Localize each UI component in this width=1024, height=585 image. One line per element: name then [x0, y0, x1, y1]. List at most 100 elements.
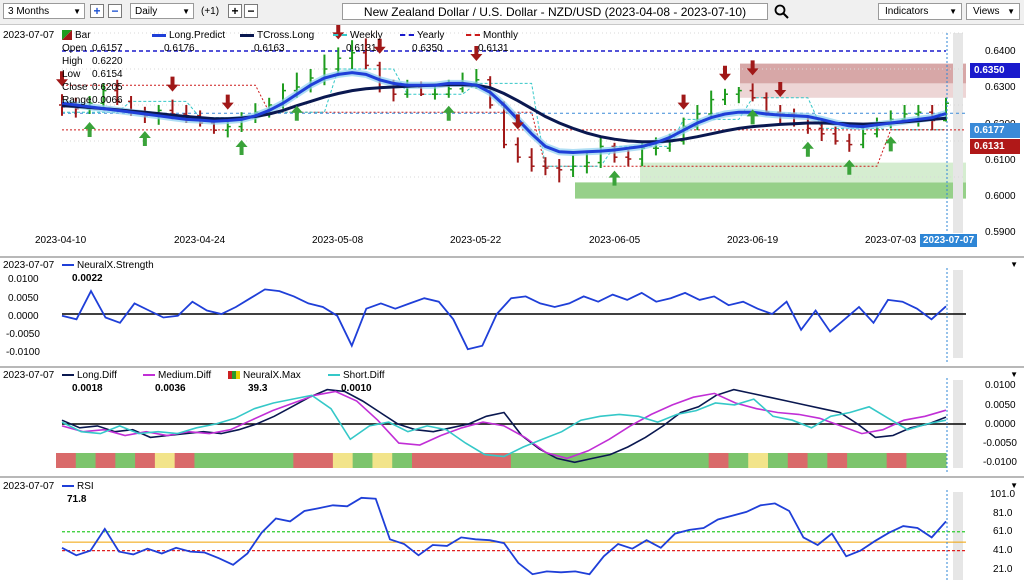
signal-strip-cell — [609, 453, 631, 468]
signal-strip-cell — [530, 453, 551, 468]
diff-date: 2023-07-07 — [3, 370, 55, 381]
signal-strip-cell — [708, 453, 729, 468]
diff-chart[interactable] — [0, 368, 1024, 476]
signal-strip-cell — [728, 453, 749, 468]
date-tick: 2023-04-24 — [174, 235, 226, 246]
legend-weekly: Weekly — [333, 30, 383, 41]
zoom-in-button[interactable]: + — [90, 4, 104, 18]
views-button[interactable]: Views ▼ — [966, 3, 1020, 20]
legend-long-predict: Long.Predict — [152, 30, 225, 41]
signal-strip-cell — [75, 453, 97, 468]
rsi-date: 2023-07-07 — [3, 481, 55, 492]
collapse-icon[interactable]: ▼ — [1010, 260, 1018, 269]
signal-strip-cell — [827, 453, 848, 468]
ohlc-close-label: Close — [62, 82, 88, 93]
signal-strip-cell — [95, 453, 116, 468]
ohlc-high-value: 0.6220 — [92, 56, 123, 67]
neural-tick: -0.0050 — [6, 329, 40, 340]
interval-select[interactable]: Daily ▼ — [130, 3, 194, 19]
rsi-tick: 61.0 — [993, 526, 1013, 537]
price-chart[interactable] — [0, 25, 1024, 256]
rsi-series — [61, 496, 947, 576]
signal-strip-cell — [56, 453, 77, 468]
legend-long-diff: Long.Diff — [62, 370, 117, 381]
toolbar: 3 Months ▼ + − Daily ▼ (+1) + − New Zeal… — [0, 0, 1024, 25]
signal-strip-cell — [293, 453, 314, 468]
neural-tick: 0.0100 — [8, 274, 39, 285]
interval-value: Daily — [135, 6, 158, 17]
neural-tick: -0.0100 — [6, 347, 40, 358]
ohlc-high-label: High — [62, 56, 83, 67]
date-tick: 2023-06-19 — [727, 235, 779, 246]
ohlc-low-value: 0.6154 — [92, 69, 123, 80]
indicators-button[interactable]: Indicators ▼ — [878, 3, 962, 20]
ohlc-close-value: 0.6205 — [92, 82, 123, 93]
price-tick: 0.6400 — [985, 46, 1016, 57]
instrument-title[interactable]: New Zealand Dollar / U.S. Dollar - NZD/U… — [342, 3, 768, 20]
medium-diff-series — [61, 390, 947, 460]
support-zone — [575, 182, 966, 199]
diff-tick: 0.0050 — [985, 400, 1016, 411]
signal-strip-cell — [135, 453, 156, 468]
diff-tick: 0.0000 — [985, 419, 1016, 430]
signal-strip-cell — [234, 453, 255, 468]
neuralx-panel: 2023-07-07 NeuralX.Strength 0.0022 ▼ 0.0… — [0, 258, 1024, 368]
signal-strip-cell — [313, 453, 334, 468]
offset-label: (+1) — [201, 6, 220, 17]
chevron-down-icon: ▼ — [182, 7, 190, 16]
signal-strip-cell — [431, 453, 453, 468]
zoom-out-button[interactable]: − — [108, 4, 122, 18]
legend-yearly-value: 0.6350 — [412, 43, 443, 54]
price-panel: 2023-07-07 Bar Long.Predict 0.6176 TCros… — [0, 25, 1024, 258]
period-value: 3 Months — [8, 6, 50, 17]
legend-short-diff: Short.Diff — [328, 370, 385, 381]
rsi-tick: 21.0 — [993, 564, 1013, 575]
legend-bar: Bar — [62, 30, 91, 41]
date-tick: 2023-04-10 — [35, 235, 87, 246]
main-date: 2023-07-07 — [3, 30, 55, 41]
period-select[interactable]: 3 Months ▼ — [3, 3, 85, 19]
chevron-down-icon: ▼ — [1007, 7, 1015, 16]
signal-strip-cell — [451, 453, 472, 468]
offset-minus-button[interactable]: − — [244, 4, 258, 18]
signal-strip-cell — [886, 453, 907, 468]
support-zone-light — [640, 162, 966, 183]
signal-strip-cell — [154, 453, 176, 468]
legend-monthly: Monthly — [466, 30, 518, 41]
offset-plus-button[interactable]: + — [228, 4, 242, 18]
legend-rsi: RSI — [62, 481, 94, 492]
legend-neuralx-max: NeuralX.Max — [228, 370, 301, 381]
legend-long-predict-value: 0.6176 — [164, 43, 195, 54]
legend-tcross-long-value: 0.6163 — [254, 43, 285, 54]
price-tick: 0.6000 — [985, 191, 1016, 202]
signal-strip-cell — [807, 453, 828, 468]
ohlc-open-value: 0.6157 — [92, 43, 123, 54]
rsi-chart[interactable] — [0, 478, 1024, 585]
chevron-down-icon: ▼ — [949, 7, 957, 16]
signal-strip-cell — [174, 453, 195, 468]
medium-diff-value: 0.0036 — [155, 383, 186, 394]
neural-tick: 0.0050 — [8, 293, 39, 304]
indicators-label: Indicators — [885, 6, 929, 17]
signal-strip-cell — [649, 453, 670, 468]
neuralx-chart[interactable] — [0, 258, 1024, 366]
signal-strip-cell — [194, 453, 215, 468]
search-icon[interactable] — [774, 4, 790, 20]
legend-tcross-long: TCross.Long — [240, 30, 314, 41]
signal-strip-cell — [412, 453, 433, 468]
rsi-value: 71.8 — [67, 494, 87, 505]
signal-strip-cell — [392, 453, 413, 468]
legend-monthly-value: 0.6131 — [478, 43, 509, 54]
neuralx-value: 0.0022 — [72, 273, 103, 284]
diff-tick: -0.0100 — [983, 457, 1017, 468]
legend-yearly: Yearly — [400, 30, 444, 41]
short-diff-value: 0.0010 — [341, 383, 372, 394]
collapse-icon[interactable]: ▼ — [1010, 370, 1018, 379]
monthly-price-badge: 0.6131 — [970, 139, 1020, 154]
diff-panel: 2023-07-07 Long.Diff 0.0018 Medium.Diff … — [0, 368, 1024, 478]
ohlc-range-label: Range — [62, 95, 92, 106]
legend-neuralx-strength: NeuralX.Strength — [62, 260, 154, 271]
neural-tick: 0.0000 — [8, 311, 39, 322]
signal-strip-cell — [253, 453, 275, 468]
neural-date: 2023-07-07 — [3, 260, 55, 271]
